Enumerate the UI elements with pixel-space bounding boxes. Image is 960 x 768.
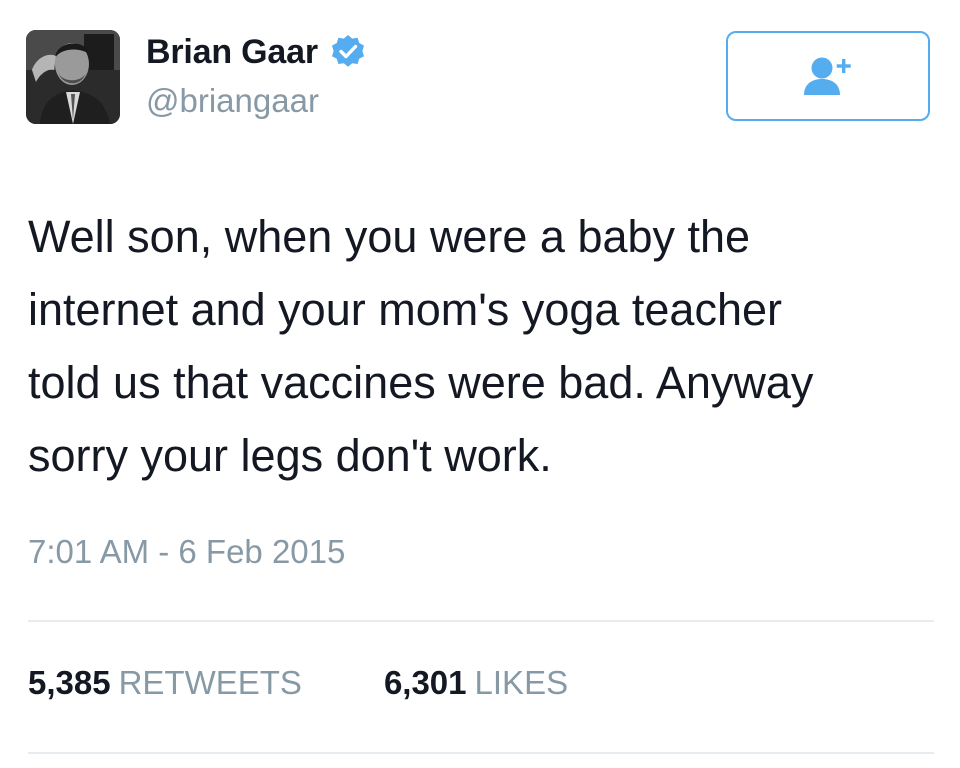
likes-stat[interactable]: 6,301 LIKES [384, 664, 568, 702]
avatar[interactable] [26, 30, 120, 124]
tweet-stats: 5,385 RETWEETS 6,301 LIKES [28, 664, 568, 702]
divider [28, 620, 934, 622]
retweets-count: 5,385 [28, 664, 111, 701]
retweets-stat[interactable]: 5,385 RETWEETS [28, 664, 302, 702]
author-name-row: Brian Gaar [146, 31, 366, 73]
author-handle[interactable]: @briangaar [146, 82, 319, 120]
display-name[interactable]: Brian Gaar [146, 33, 318, 72]
verified-badge-icon [330, 34, 366, 70]
divider [28, 752, 934, 754]
tweet-text: Well son, when you were a baby the inter… [28, 211, 814, 481]
tweet-timestamp[interactable]: 7:01 AM - 6 Feb 2015 [28, 533, 345, 571]
follow-button[interactable] [726, 31, 930, 121]
profile-photo-icon [26, 30, 120, 124]
likes-count: 6,301 [383, 664, 467, 701]
likes-label: LIKES [474, 664, 569, 701]
tweet-card: Brian Gaar @briangaar Well son, when you… [0, 0, 960, 768]
add-user-icon [804, 57, 851, 95]
retweets-label: RETWEETS [118, 664, 302, 701]
